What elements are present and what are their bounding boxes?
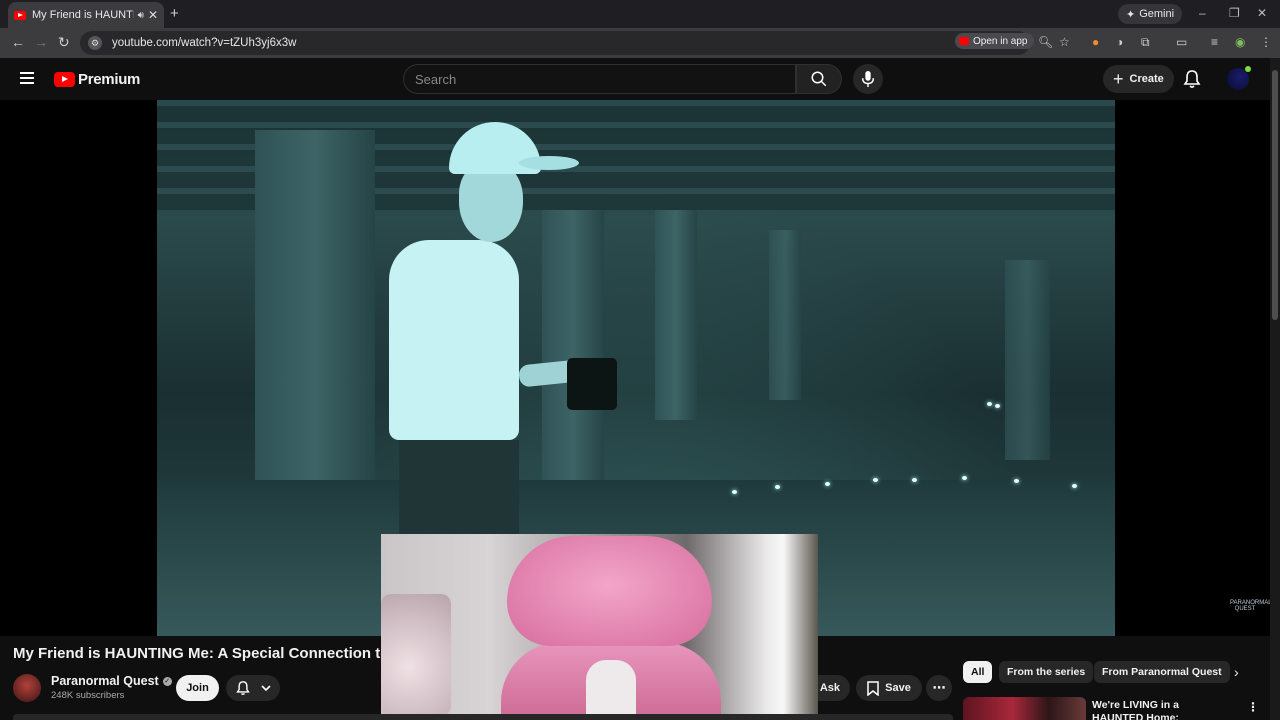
video-scene-pillar	[769, 230, 801, 400]
browser-menu-icon[interactable]: ⋮	[1260, 35, 1272, 49]
video-device	[567, 358, 617, 410]
webcam-overlay	[381, 534, 818, 716]
webcam-clothes	[381, 594, 451, 716]
chip-all[interactable]: All	[963, 661, 993, 683]
video-person-pants	[399, 440, 519, 540]
verified-check-icon: ✓	[162, 676, 172, 686]
logo-text: Premium	[78, 71, 141, 88]
save-label: Save	[885, 682, 911, 694]
floor-light	[732, 490, 737, 494]
chip-from-channel[interactable]: From Paranormal Quest	[1094, 661, 1230, 683]
create-label: Create	[1129, 73, 1164, 85]
site-info-icon[interactable]: ⚙	[88, 36, 102, 50]
video-scene-pillar	[655, 210, 697, 420]
floor-light	[825, 482, 830, 486]
video-title: My Friend is HAUNTING Me: A Special Conn…	[13, 645, 383, 662]
audio-playing-icon[interactable]: 🔊︎	[138, 10, 144, 21]
voice-search-button[interactable]	[853, 64, 883, 94]
youtube-favicon-icon	[14, 10, 26, 20]
forward-icon[interactable]: →	[34, 34, 48, 50]
minimize-icon[interactable]: –	[1199, 6, 1206, 20]
microphone-icon	[861, 71, 875, 87]
webcam-chair-detail	[586, 660, 636, 716]
cast-icon[interactable]: ▭	[1176, 35, 1187, 49]
bell-icon	[235, 681, 250, 695]
browser-toolbar: ← → ↻ ⚙ youtube.com/watch?v=tZUh3yj6x3w …	[0, 28, 1280, 58]
sparkle-icon: ✦	[1126, 8, 1136, 21]
reading-list-icon[interactable]: ≡	[1211, 35, 1218, 49]
video-person	[389, 122, 590, 542]
floor-light	[1072, 484, 1077, 488]
more-actions-button[interactable]: ⋯	[926, 675, 952, 701]
video-scene-pillar	[1005, 260, 1050, 460]
channel-name: Paranormal Quest	[51, 674, 159, 688]
floor-light	[995, 404, 1000, 408]
tab-title: My Friend is HAUNTING Me	[32, 9, 134, 21]
create-button[interactable]: + Create	[1103, 65, 1174, 93]
open-in-app-button[interactable]: Open in app	[955, 33, 1034, 49]
address-bar[interactable]: ⚙ youtube.com/watch?v=tZUh3yj6x3w	[80, 31, 1030, 55]
recommendation-title[interactable]: We're LIVING in a HAUNTED Home: Paranorm…	[1092, 699, 1232, 720]
bookmark-star-icon[interactable]: ☆	[1059, 35, 1070, 49]
webcam-cat-chair-headrest	[507, 536, 712, 646]
search-input[interactable]: Search	[403, 64, 796, 94]
chevron-down-icon	[260, 685, 271, 692]
youtube-header: Premium Search + Create	[0, 58, 1270, 100]
scrollbar-thumb[interactable]	[1272, 70, 1278, 320]
extension-2-icon[interactable]: ◑	[1116, 35, 1123, 49]
bookmark-icon	[867, 680, 879, 696]
floor-light	[775, 485, 780, 489]
video-person-shirt	[389, 240, 519, 440]
browser-tab-bar: My Friend is HAUNTING Me 🔊︎ ✕ + ✦ Gemini…	[0, 0, 1280, 28]
channel-name-link[interactable]: Paranormal Quest ✓	[51, 674, 172, 688]
search-placeholder: Search	[415, 71, 457, 87]
recommendation-thumbnail[interactable]	[963, 697, 1086, 720]
zoom-icon[interactable]: 🔍︎	[1038, 35, 1053, 49]
youtube-logo[interactable]: Premium	[54, 71, 140, 88]
menu-icon[interactable]	[20, 72, 34, 84]
plus-icon: +	[1113, 69, 1124, 89]
close-tab-icon[interactable]: ✕	[148, 8, 158, 22]
back-icon[interactable]: ←	[11, 34, 25, 50]
search-button[interactable]	[796, 64, 842, 94]
join-button[interactable]: Join	[176, 675, 219, 701]
gemini-button[interactable]: ✦ Gemini	[1118, 4, 1183, 24]
youtube-icon	[959, 37, 969, 45]
youtube-play-icon	[54, 72, 75, 87]
restore-icon[interactable]: ❐	[1229, 6, 1240, 20]
floor-light	[1014, 479, 1019, 483]
page-scrollbar[interactable]	[1270, 58, 1280, 720]
extension-icon[interactable]: ●	[1092, 35, 1099, 49]
chip-from-the-series[interactable]: From the series	[999, 661, 1094, 683]
account-avatar[interactable]	[1227, 66, 1251, 90]
new-tab-icon[interactable]: +	[170, 5, 179, 22]
floor-light	[962, 476, 967, 480]
floor-light	[873, 478, 878, 482]
url-text: youtube.com/watch?v=tZUh3yj6x3w	[112, 37, 297, 49]
profile-icon[interactable]: ◉	[1235, 35, 1245, 49]
browser-tab[interactable]: My Friend is HAUNTING Me 🔊︎ ✕	[8, 2, 164, 28]
search-icon	[811, 71, 827, 87]
floor-light	[987, 402, 992, 406]
save-button[interactable]: Save	[856, 675, 922, 701]
gemini-label: Gemini	[1139, 8, 1175, 20]
reload-icon[interactable]: ↻	[58, 34, 70, 51]
video-person-head	[459, 162, 523, 242]
close-window-icon[interactable]: ✕	[1257, 6, 1267, 20]
channel-watermark: PARANORMAL QUEST	[1230, 600, 1272, 612]
floor-light	[912, 478, 917, 482]
video-person-cap	[449, 122, 579, 174]
extensions-puzzle-icon[interactable]: ⧉	[1141, 35, 1150, 50]
description-box	[13, 714, 953, 720]
recommendation-menu-icon[interactable]: ⋮	[1247, 700, 1259, 714]
subscriber-count: 248K subscribers	[51, 690, 125, 701]
notifications-bell-icon[interactable]	[1183, 69, 1201, 89]
open-in-app-label: Open in app	[973, 35, 1028, 47]
chevron-right-icon[interactable]: ›	[1234, 664, 1239, 680]
channel-avatar[interactable]	[13, 674, 41, 702]
subscription-notification-button[interactable]	[226, 675, 280, 701]
